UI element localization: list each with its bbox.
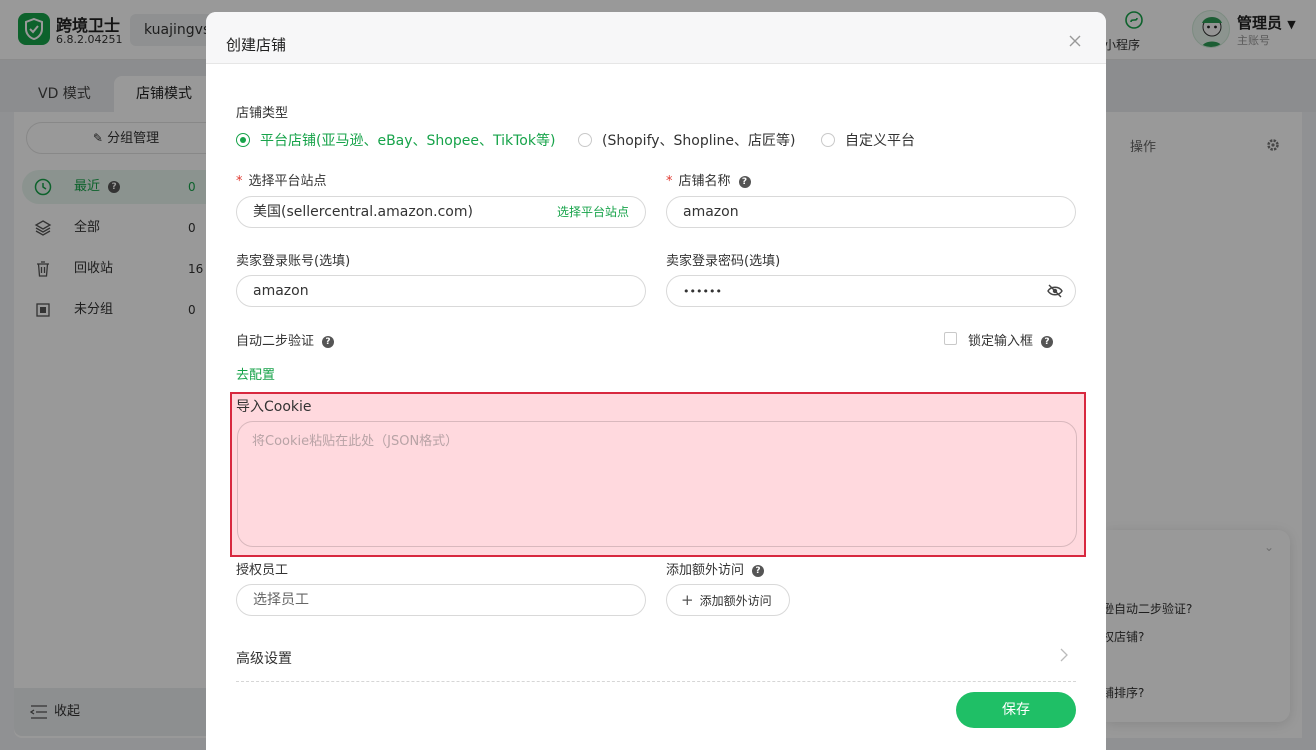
two-step-label: 自动二步验证?: [236, 330, 335, 349]
chevron-right-icon: [1060, 648, 1068, 662]
radio-dot: [821, 133, 835, 147]
help-icon[interactable]: ?: [738, 176, 751, 188]
help-icon[interactable]: ?: [322, 336, 335, 348]
shop-name-label: * 店铺名称?: [666, 170, 751, 189]
radio-platform-shop[interactable]: 平台店铺(亚马逊、eBay、Shopee、TikTok等): [236, 130, 555, 150]
lock-input-checkbox[interactable]: [944, 332, 957, 345]
cookie-import-section: 导入Cookie: [230, 392, 1086, 557]
eye-off-icon[interactable]: [1047, 284, 1063, 298]
seller-password-label: 卖家登录密码(选填): [666, 254, 781, 269]
advanced-settings-label: 高级设置: [236, 651, 292, 667]
seller-account-label: 卖家登录账号(选填): [236, 254, 351, 269]
help-icon[interactable]: ?: [752, 565, 765, 577]
cookie-label: 导入Cookie: [236, 399, 312, 415]
radio-independent-shop[interactable]: (Shopify、Shopline、店匠等): [578, 130, 795, 150]
dialog-title: 创建店铺: [226, 36, 287, 54]
cookie-textarea[interactable]: [237, 421, 1077, 547]
radio-dot: [578, 133, 592, 147]
plus-icon: +: [681, 591, 694, 609]
save-button[interactable]: 保存: [956, 692, 1076, 728]
shop-name-input[interactable]: amazon: [666, 196, 1076, 228]
configure-link[interactable]: 去配置: [236, 364, 275, 383]
lock-input-label: 锁定输入框?: [968, 330, 1054, 349]
radio-dot: [236, 133, 250, 147]
select-site-link[interactable]: 选择平台站点: [557, 197, 629, 227]
close-icon[interactable]: [1068, 34, 1082, 48]
seller-account-input[interactable]: amazon: [236, 275, 646, 307]
dialog-header: 创建店铺: [206, 12, 1106, 64]
create-shop-dialog: 创建店铺 店铺类型 平台店铺(亚马逊、eBay、Shopee、TikTok等) …: [206, 12, 1106, 750]
shop-type-label: 店铺类型: [236, 106, 289, 121]
add-extra-access-button[interactable]: + 添加额外访问: [666, 584, 790, 616]
help-icon[interactable]: ?: [1041, 336, 1054, 348]
seller-password-input[interactable]: ••••••: [666, 275, 1076, 307]
extra-access-label: 添加额外访问?: [666, 559, 765, 578]
platform-site-select[interactable]: 美国(sellercentral.amazon.com) 选择平台站点: [236, 196, 646, 228]
staff-label: 授权员工: [236, 563, 289, 578]
radio-custom-platform[interactable]: 自定义平台: [821, 130, 915, 150]
site-label: * 选择平台站点: [236, 174, 327, 189]
staff-select[interactable]: 选择员工: [236, 584, 646, 616]
advanced-settings-row[interactable]: 高级设置: [236, 646, 1076, 682]
